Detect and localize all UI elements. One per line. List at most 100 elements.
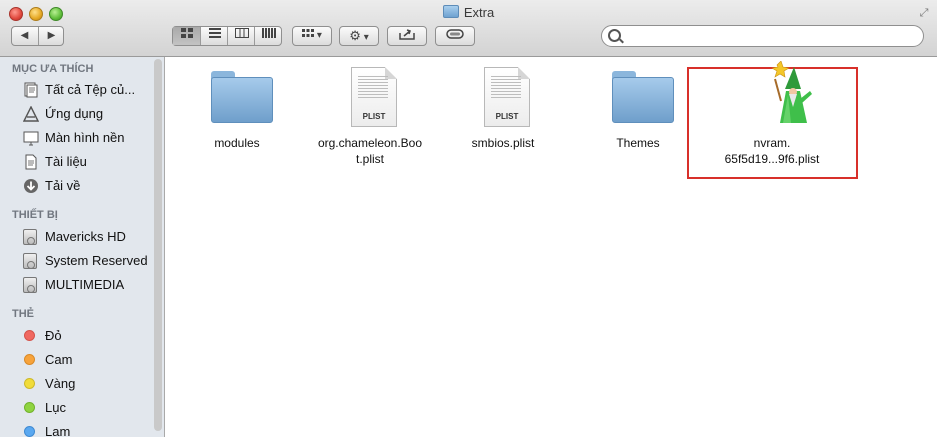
view-switcher [172,26,282,46]
share-icon [399,29,415,40]
gear-icon: ⚙ [349,28,361,43]
search-input[interactable] [622,28,921,46]
folder-icon [211,71,273,123]
desktop-icon [23,131,39,146]
sidebar-item-label: Ứng dụng [45,106,104,121]
back-arrow-icon: ◀ [20,30,29,41]
icon-view-button[interactable] [173,27,200,45]
file-name: org.chameleon.Boo t.plist [305,135,435,167]
file-item-smbios-plist[interactable]: PLIST smbios.plist [438,57,568,177]
arrange-icon [302,29,315,37]
sidebar-item-system-reserved[interactable]: System Reserved [0,250,155,272]
column-view-button[interactable] [227,27,255,45]
toolbar: Extra ⤢ ◀ ▶ ▾ ⚙ ▾ [0,0,937,57]
orange-tag-icon [24,354,35,365]
downloads-icon [24,179,38,193]
file-name-line-2: t.plist [355,152,384,166]
sidebar-item-multimedia[interactable]: MULTIMEDIA [0,274,155,296]
sidebar-item-tag-green[interactable]: Lục [0,397,155,419]
sidebar-section-tags: THẺ [12,308,34,320]
documents-icon [25,154,37,170]
file-item-org-chameleon-boot-plist[interactable]: PLIST org.chameleon.Boo t.plist [305,57,435,177]
icon-view-icon [180,28,193,38]
sidebar-item-label: MULTIMEDIA [45,277,125,292]
list-view-button[interactable] [200,27,228,45]
window-title: Extra [0,5,937,20]
file-browser-content: modules PLIST org.chameleon.Boo t.plist P… [166,57,937,437]
sidebar-item-mavericks-hd[interactable]: Mavericks HD [0,226,155,248]
sidebar-item-label: Tất cả Tệp củ... [45,82,136,97]
sidebar-item-all-files[interactable]: Tất cả Tệp củ... [0,79,155,101]
drive-icon [23,229,37,245]
sidebar-item-label: Cam [45,352,73,367]
file-name-line-1: nvram. [753,136,791,150]
back-button[interactable]: ◀ [12,27,37,45]
sidebar-item-desktop[interactable]: Màn hình nền [0,127,155,149]
folder-icon [442,5,459,18]
search-field[interactable] [601,25,924,47]
sidebar-item-label: Đỏ [45,328,62,343]
blue-tag-icon [24,426,35,437]
plist-document-icon: PLIST [351,67,397,127]
share-segment [388,27,426,45]
tag-icon [446,29,464,39]
red-tag-icon [24,330,35,341]
arrange-button[interactable]: ▾ [292,26,332,46]
drive-icon [23,277,37,293]
sidebar-item-label: Lục [45,400,66,415]
forward-arrow-icon: ▶ [47,30,56,41]
sidebar-section-favorites: MỤC ƯA THÍCH [12,63,94,75]
file-name: modules [214,136,260,150]
sidebar-scrollbar[interactable] [154,59,162,431]
sidebar-item-label: Mavericks HD [45,229,126,244]
plist-document-icon: PLIST [484,67,530,127]
file-name: nvram. 65f5d19...9f6.plist [707,135,837,167]
fullscreen-icon[interactable]: ⤢ [917,6,931,20]
chevron-down-icon: ▾ [316,30,322,41]
share-button[interactable] [387,26,427,46]
forward-button[interactable]: ▶ [38,27,64,45]
sidebar-item-label: Tải về [45,178,81,193]
file-name-line-2: 65f5d19...9f6.plist [724,152,820,166]
drive-icon [23,253,37,269]
coverflow-view-button[interactable] [254,27,282,45]
yellow-tag-icon [24,378,35,389]
sidebar-item-downloads[interactable]: Tải về [0,175,155,197]
sidebar: MỤC ƯA THÍCH Tất cả Tệp củ... Ứng dụng M… [0,57,165,437]
sidebar-item-applications[interactable]: Ứng dụng [0,103,155,125]
sidebar-item-tag-yellow[interactable]: Vàng [0,373,155,395]
search-icon [608,29,621,42]
file-item-modules[interactable]: modules [172,57,302,177]
sidebar-section-devices: THIẾT BỊ [12,209,58,221]
file-item-themes[interactable]: Themes [573,57,703,177]
file-name: Themes [616,136,660,150]
sidebar-item-documents[interactable]: Tài liệu [0,151,155,173]
file-name: smbios.plist [471,136,535,150]
arrange-segment: ▾ [293,27,331,45]
sidebar-item-tag-orange[interactable]: Cam [0,349,155,371]
folder-icon [612,71,674,123]
applications-icon [23,106,39,122]
coverflow-view-icon [261,28,276,38]
all-files-icon [24,82,38,98]
plist-badge: PLIST [495,112,519,121]
sidebar-item-label: Màn hình nền [45,130,125,145]
sidebar-item-label: Lam [45,424,71,437]
list-view-icon [208,28,221,38]
window-title-text: Extra [463,5,495,20]
tags-button[interactable] [435,26,475,46]
sidebar-item-label: System Reserved [45,253,148,268]
file-item-nvram-plist[interactable]: nvram. 65f5d19...9f6.plist [707,57,837,177]
sidebar-item-tag-red[interactable]: Đỏ [0,325,155,347]
sidebar-item-label: Tài liệu [45,154,87,169]
sidebar-item-label: Vàng [45,376,76,391]
green-tag-icon [24,402,35,413]
file-name-line-1: org.chameleon.Boo [317,136,423,150]
sidebar-item-tag-blue[interactable]: Lam [0,421,155,437]
plist-badge: PLIST [362,112,386,121]
action-segment: ⚙ ▾ [340,27,378,45]
finder-window: Extra ⤢ ◀ ▶ ▾ ⚙ ▾ MỤC ƯA THÍCH Tất cả Tệ… [0,0,937,437]
column-view-icon [234,28,249,38]
action-button[interactable]: ⚙ ▾ [339,26,379,46]
wizard-icon [771,61,812,123]
